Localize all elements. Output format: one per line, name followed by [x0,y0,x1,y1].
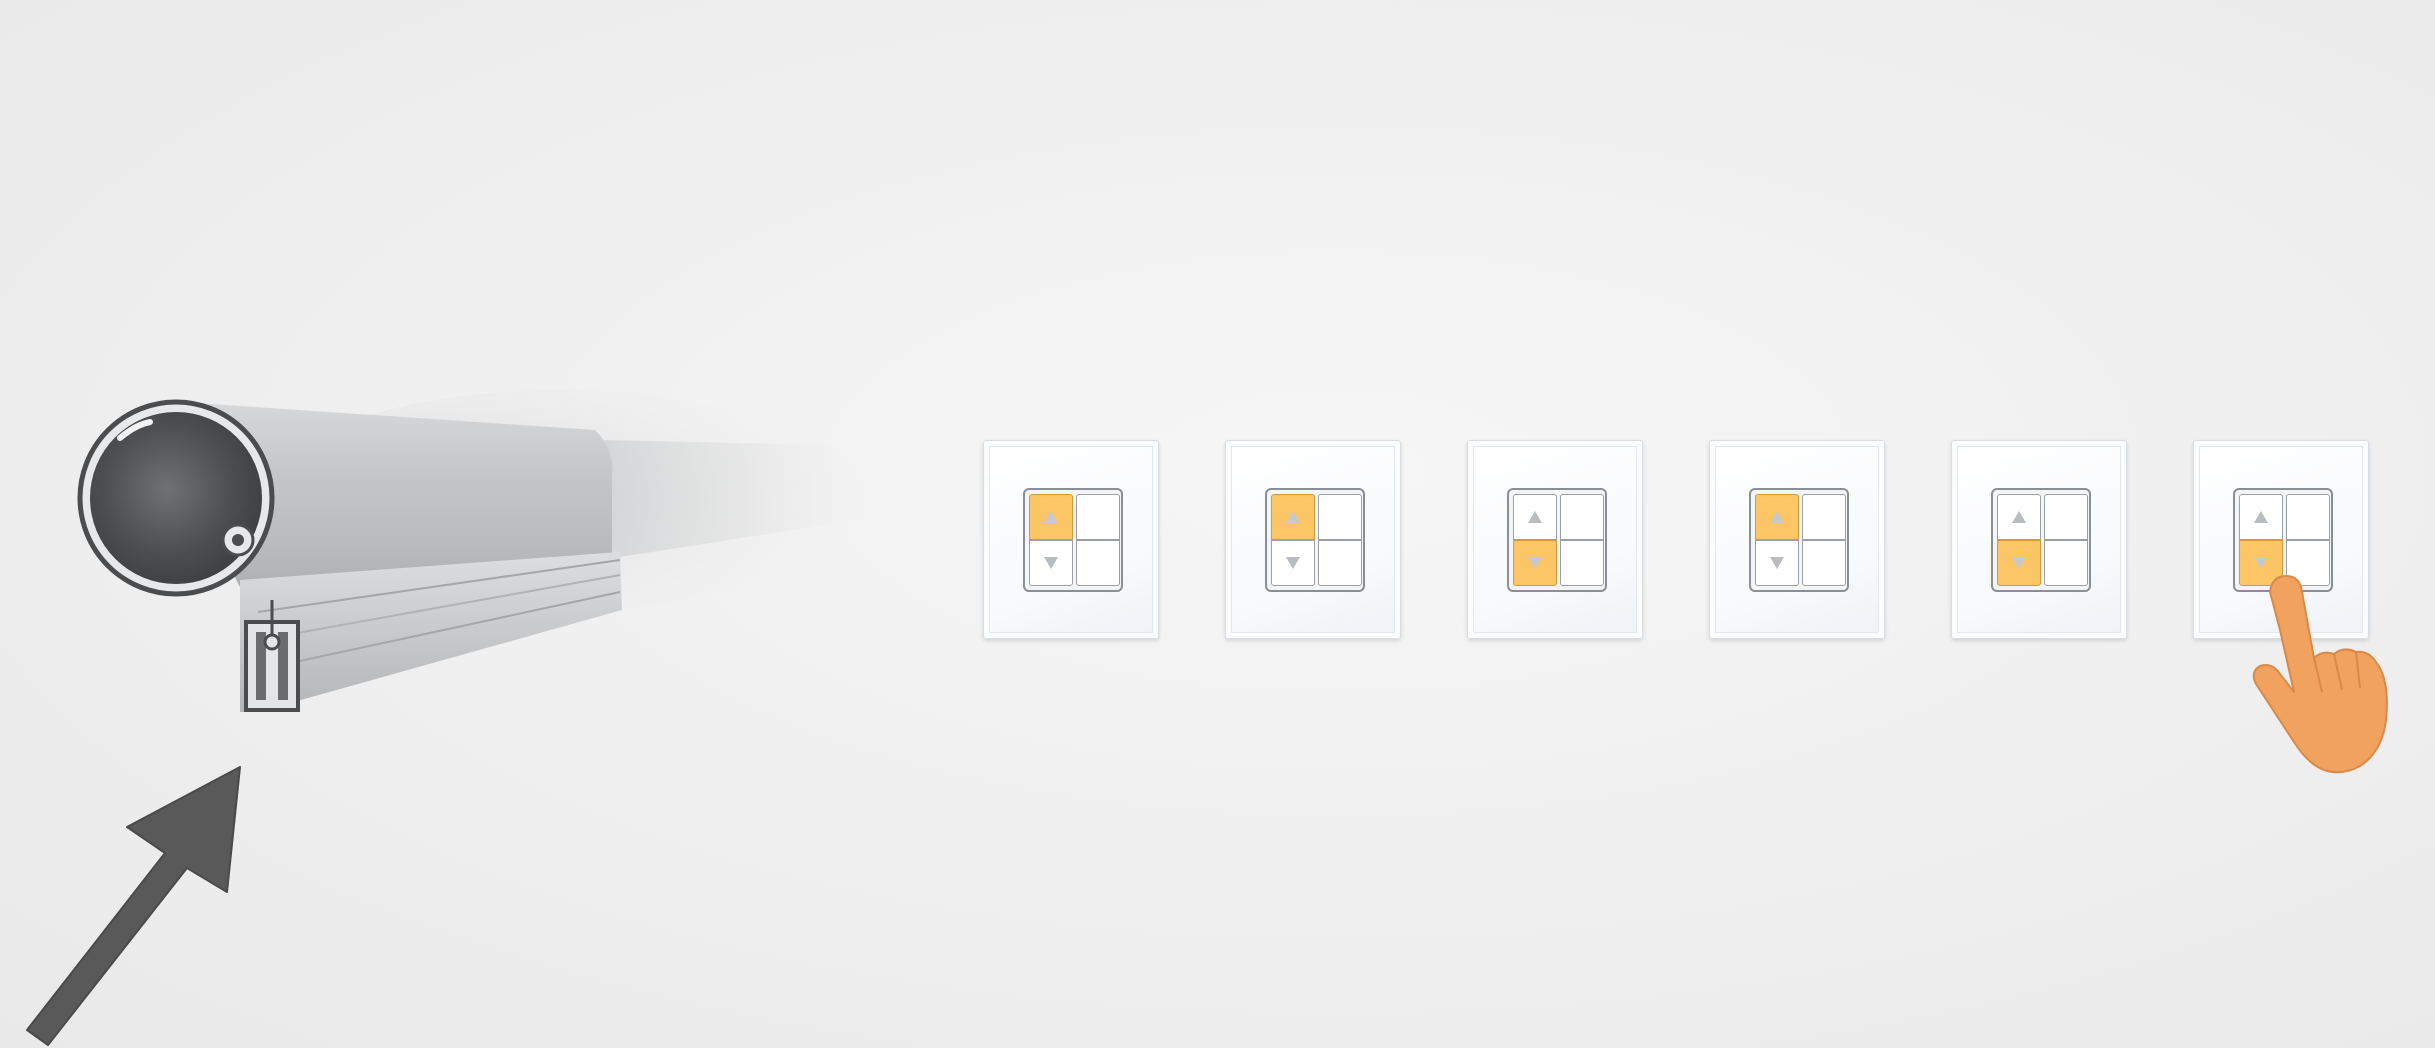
arrow-down-icon [1286,557,1300,569]
illustration-stage [0,0,2435,1048]
up-button[interactable] [1029,494,1073,540]
switch-2[interactable] [1225,440,1401,639]
arrow-up-icon [2254,511,2268,523]
blank-button[interactable] [1560,540,1604,586]
down-button[interactable] [1997,540,2041,586]
arrow-down-icon [1528,557,1542,569]
switch-1[interactable] [983,440,1159,639]
down-button[interactable] [1513,540,1557,586]
blank-button[interactable] [1076,540,1120,586]
pointing-hand-icon [2252,575,2388,774]
rocker [1991,488,2091,592]
rocker [1507,488,1607,592]
blank-button[interactable] [1076,494,1120,540]
arrow-up-icon [1770,511,1784,523]
switch-3[interactable] [1467,440,1643,639]
rocker [1265,488,1365,592]
blank-button[interactable] [1318,494,1362,540]
roller-tube-profile [77,390,860,712]
up-button[interactable] [1755,494,1799,540]
arrow-down-icon [2012,557,2026,569]
blank-button[interactable] [2044,494,2088,540]
up-button[interactable] [1997,494,2041,540]
down-button[interactable] [1029,540,1073,586]
down-button[interactable] [1755,540,1799,586]
blank-button[interactable] [1318,540,1362,586]
up-button[interactable] [1271,494,1315,540]
rocker [1023,488,1123,592]
switch-5[interactable] [1951,440,2127,639]
arrow-down-icon [1044,557,1058,569]
up-button[interactable] [2239,494,2283,540]
arrow-down-icon [1770,557,1784,569]
arrow-up-icon [1044,511,1058,523]
rocker [1749,488,1849,592]
down-button[interactable] [1271,540,1315,586]
switch-4[interactable] [1709,440,1885,639]
blank-button[interactable] [2286,494,2330,540]
arrow-up-icon [2012,511,2026,523]
pointer-arrow-icon [26,766,241,1046]
arrow-down-icon [2254,557,2268,569]
blank-button[interactable] [1560,494,1604,540]
arrow-up-icon [1528,511,1542,523]
arrow-up-icon [1286,511,1300,523]
blank-button[interactable] [2044,540,2088,586]
up-button[interactable] [1513,494,1557,540]
blank-button[interactable] [1802,494,1846,540]
blank-button[interactable] [1802,540,1846,586]
